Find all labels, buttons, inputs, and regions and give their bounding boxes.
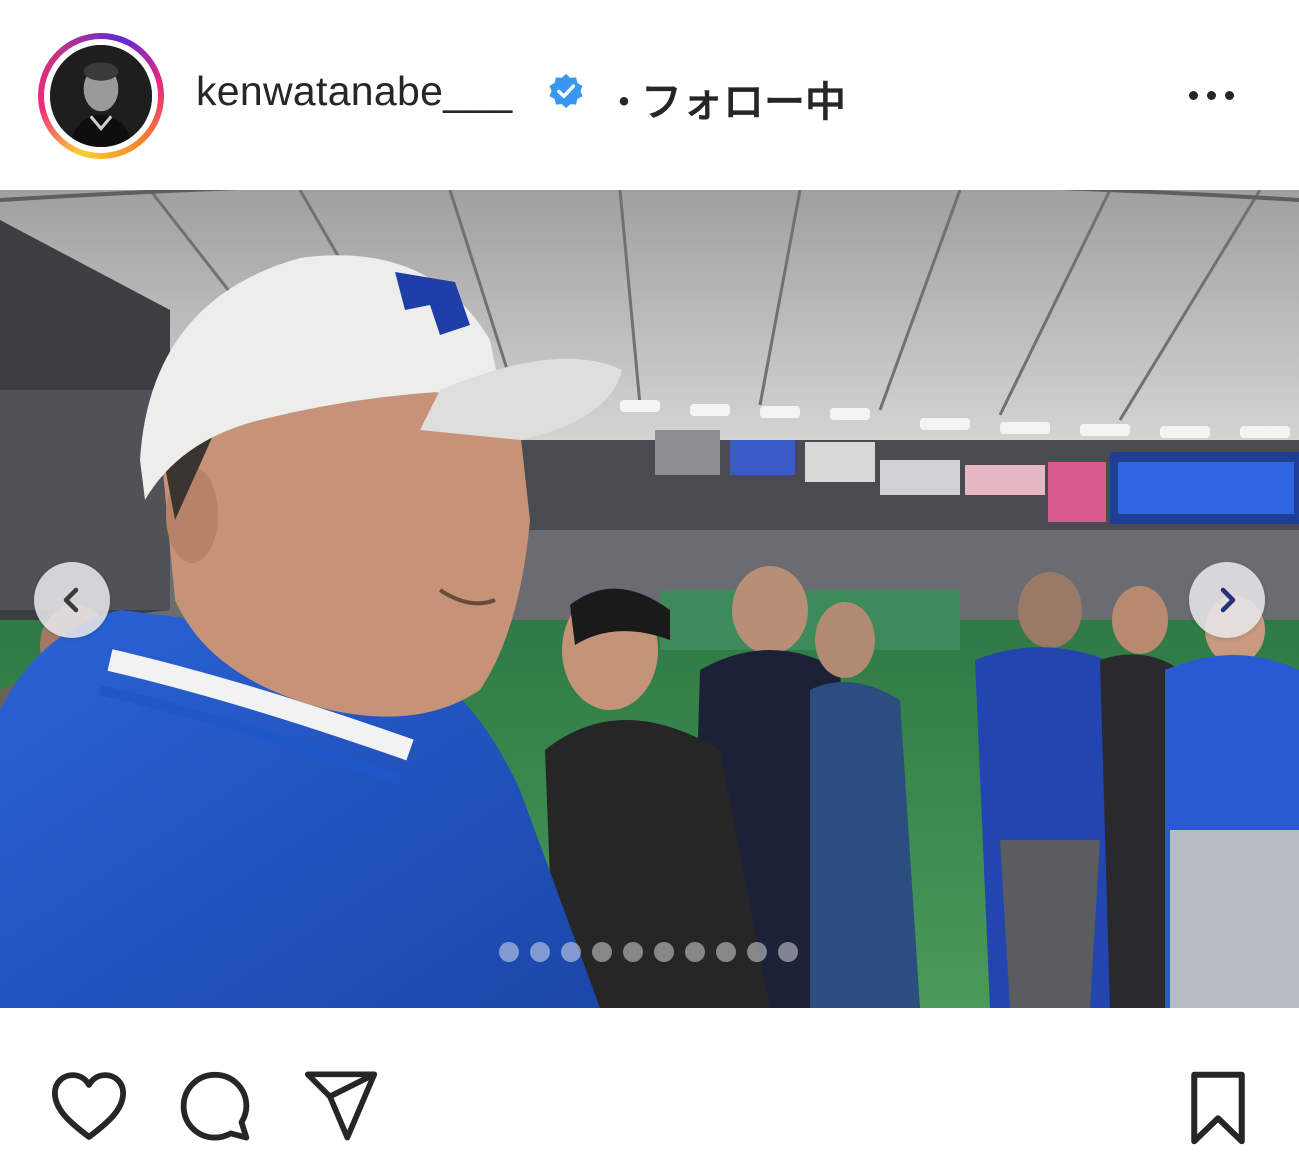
username-link[interactable]: kenwatanabe___ <box>196 68 513 115</box>
carousel-dot <box>592 942 612 962</box>
share-button[interactable] <box>302 1068 380 1144</box>
comment-icon <box>180 1071 250 1141</box>
carousel-dot <box>561 942 581 962</box>
next-photo-button[interactable] <box>1189 562 1265 638</box>
chevron-left-icon <box>63 587 79 613</box>
carousel-dot <box>499 942 519 962</box>
post-photo[interactable] <box>0 190 1299 1008</box>
post-header: kenwatanabe___ ・ フォロー中 <box>0 0 1299 190</box>
previous-photo-button[interactable] <box>34 562 110 638</box>
avatar <box>50 45 152 147</box>
carousel-dot-active <box>654 942 674 962</box>
carousel-indicator <box>499 942 798 962</box>
carousel-dot <box>778 942 798 962</box>
separator-dot: ・ <box>604 81 644 125</box>
like-button[interactable] <box>50 1070 128 1142</box>
more-options-icon <box>1188 90 1198 100</box>
follow-status-button[interactable]: フォロー中 <box>641 68 846 128</box>
avatar-portrait <box>50 45 152 147</box>
save-button[interactable] <box>1186 1070 1250 1146</box>
action-bar <box>0 1008 1299 1165</box>
carousel-dot <box>530 942 550 962</box>
carousel-dot <box>685 942 705 962</box>
carousel-dot <box>623 942 643 962</box>
carousel-dot <box>747 942 767 962</box>
instagram-post: kenwatanabe___ ・ フォロー中 <box>0 0 1299 1165</box>
send-icon <box>304 1071 378 1141</box>
chevron-right-icon <box>1220 587 1236 613</box>
bookmark-icon <box>1191 1071 1245 1145</box>
comment-button[interactable] <box>178 1070 252 1144</box>
story-ring[interactable] <box>38 33 164 159</box>
more-options-button[interactable] <box>1176 76 1246 114</box>
heart-icon <box>51 1072 127 1140</box>
verified-badge-icon <box>549 73 583 109</box>
stadium-photo <box>0 190 1299 1008</box>
carousel-dot <box>716 942 736 962</box>
